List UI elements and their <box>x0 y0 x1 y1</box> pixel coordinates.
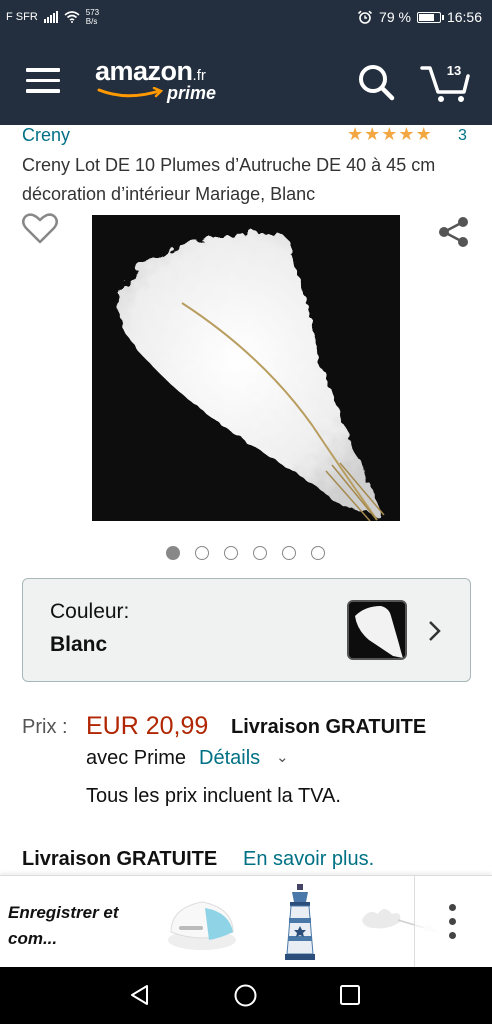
clock: 16:56 <box>446 9 482 25</box>
battery-icon <box>416 11 444 23</box>
recommendations-strip: Enregistrer et com... <box>0 875 492 968</box>
carousel-dot[interactable] <box>253 546 267 560</box>
status-right: 79 % 16:56 <box>357 9 482 25</box>
wifi-icon <box>64 11 80 23</box>
logo-smile-icon <box>97 87 164 98</box>
carousel-dot[interactable] <box>224 546 238 560</box>
cart-count: 13 <box>446 63 462 78</box>
star-icon: ★ <box>347 124 364 144</box>
network-speed: 573 B/s <box>86 8 99 26</box>
carrier-label: F SFR <box>6 11 38 23</box>
with-prime-label: avec Prime <box>86 747 187 769</box>
amazon-prime-logo[interactable]: amazon.fr prime <box>95 56 216 103</box>
product-image[interactable] <box>92 215 400 521</box>
system-nav-bar <box>0 967 492 1024</box>
logo-tld: .fr <box>192 67 206 84</box>
home-icon[interactable] <box>233 983 258 1008</box>
price-label: Prix : <box>22 716 68 738</box>
delivery-label: Livraison GRATUITE <box>22 848 218 870</box>
brand-link[interactable]: Creny <box>22 125 70 146</box>
chevron-right-icon <box>429 621 441 641</box>
feather-image <box>92 215 400 521</box>
menu-icon[interactable] <box>26 68 60 94</box>
recommendation-thumbnail[interactable] <box>165 888 239 956</box>
carousel-dot[interactable] <box>282 546 296 560</box>
star-icon: ★ <box>415 124 432 144</box>
carousel-dot[interactable] <box>195 546 209 560</box>
heart-icon[interactable] <box>21 211 59 245</box>
more-options-button[interactable] <box>414 876 492 968</box>
carousel-dot[interactable] <box>311 546 325 560</box>
rating-stars[interactable]: ★ ★ ★ ★ ★ <box>347 124 432 144</box>
star-icon: ★ <box>364 124 381 144</box>
star-icon: ★ <box>398 124 415 144</box>
battery-level <box>418 13 434 21</box>
more-vertical-icon <box>449 904 456 939</box>
status-left: F SFR 573 B/s <box>6 8 99 26</box>
color-label: Couleur: <box>50 600 130 623</box>
free-shipping-label: Livraison GRATUITE <box>231 716 427 738</box>
image-carousel-dots <box>166 546 325 560</box>
star-icon: ★ <box>381 124 398 144</box>
speed-value: 573 <box>85 8 100 17</box>
cart-button[interactable]: 13 <box>420 60 472 104</box>
feather-thumbnail <box>349 602 405 658</box>
product-title: Creny Lot DE 10 Plumes d’Autruche DE 40 … <box>22 155 436 204</box>
rating-count[interactable]: 3 <box>458 127 467 145</box>
speed-unit: B/s <box>85 17 98 26</box>
status-bar: F SFR 573 B/s 79 % 16:56 <box>0 0 492 40</box>
details-link[interactable]: Détails <box>199 747 260 770</box>
save-for-later-label[interactable]: Enregistrer et com... <box>8 900 148 952</box>
learn-more-link[interactable]: En savoir plus. <box>243 848 374 871</box>
color-swatch <box>347 600 407 660</box>
alarm-icon <box>357 10 373 24</box>
app-header: amazon.fr prime 13 <box>0 40 492 125</box>
share-icon[interactable] <box>436 214 472 250</box>
tax-note: Tous les prix incluent la TVA. <box>86 785 341 807</box>
recent-apps-icon[interactable] <box>339 984 361 1006</box>
logo-prime: prime <box>167 83 217 103</box>
back-icon[interactable] <box>128 983 152 1007</box>
signal-icon <box>43 11 58 23</box>
chevron-down-icon[interactable]: ⌄ <box>276 748 289 766</box>
color-value: Blanc <box>50 633 108 656</box>
recommendation-thumbnail[interactable] <box>280 882 320 962</box>
logo-word: amazon <box>95 56 193 86</box>
color-selector[interactable]: Couleur: Blanc <box>22 578 471 682</box>
battery-percent: 79 % <box>379 9 411 25</box>
search-icon[interactable] <box>356 62 396 102</box>
price-value: EUR 20,99 <box>86 712 209 740</box>
carousel-dot[interactable] <box>166 546 180 560</box>
